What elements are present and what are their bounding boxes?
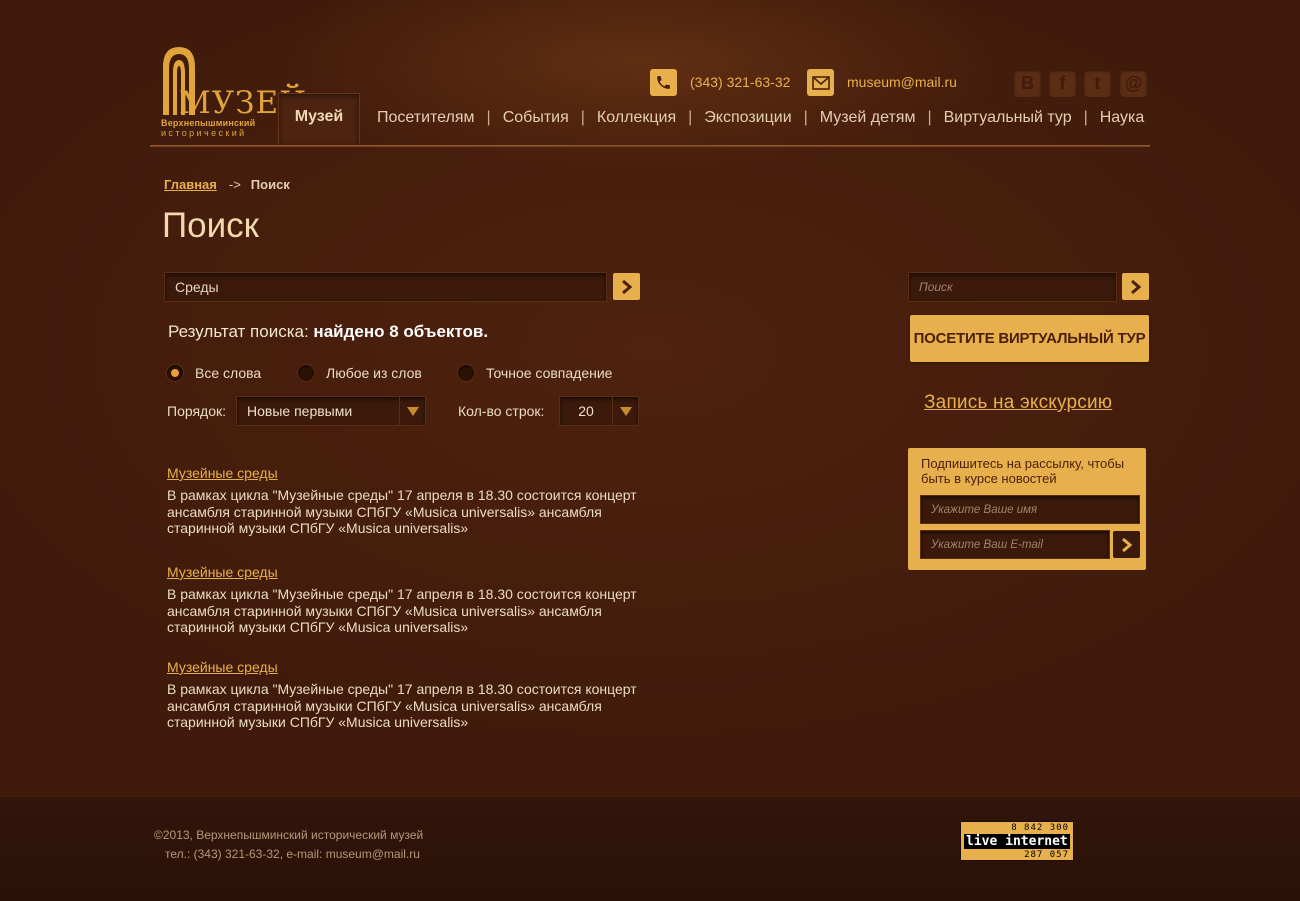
mailru-icon[interactable]: @	[1120, 70, 1147, 97]
page-title: Поиск	[162, 206, 259, 245]
rows-select[interactable]: 20	[559, 396, 639, 426]
facebook-letter: f	[1059, 73, 1066, 93]
breadcrumb-arrow: ->	[228, 177, 241, 192]
rows-label: Кол-во строк:	[458, 403, 545, 419]
radio-dot[interactable]	[298, 365, 314, 381]
radio-dot[interactable]	[458, 365, 474, 381]
dropdown-arrow-icon	[399, 397, 425, 425]
nav-item-expositions[interactable]: Экспозиции	[704, 109, 791, 127]
header-email-link[interactable]: museum@mail.ru	[847, 74, 957, 90]
footer-copyright: ©2013, Верхнепышминский исторический муз…	[154, 828, 424, 842]
search-result-summary: Результат поиска: найдено 8 объектов.	[168, 322, 488, 342]
result-snippet: В рамках цикла "Музейные среды" 17 апрел…	[167, 487, 637, 536]
search-result-item: Музейные среды В рамках цикла "Музейные …	[167, 659, 667, 731]
radio-all-words[interactable]: Все слова	[167, 365, 261, 381]
breadcrumb-current: Поиск	[250, 177, 290, 192]
nav-item-visitors[interactable]: Посетителям	[377, 109, 475, 127]
phone-icon	[650, 69, 677, 96]
nav-separator: |	[580, 109, 585, 126]
logo-subtitle-1: Верхнепышминский	[161, 118, 256, 128]
arrow-right-icon	[1130, 279, 1141, 294]
result-title-link[interactable]: Музейные среды	[167, 659, 667, 675]
result-prefix: Результат поиска:	[168, 322, 309, 341]
counter-top: 8 842 300	[1011, 823, 1069, 833]
radio-any-word-label: Любое из слов	[326, 365, 422, 381]
result-count: найдено 8 объектов.	[313, 322, 489, 341]
twitter-icon[interactable]: t	[1084, 70, 1111, 97]
order-select[interactable]: Новые первыми	[236, 396, 426, 426]
radio-exact-match-label: Точное совпадение	[486, 365, 613, 381]
radio-exact-match[interactable]: Точное совпадение	[458, 365, 612, 381]
search-result-item: Музейные среды В рамках цикла "Музейные …	[167, 465, 667, 537]
nav-item-kids[interactable]: Музей детям	[820, 109, 916, 127]
logo-subtitle-2: исторический	[161, 128, 247, 138]
nav-item-museum[interactable]: Музей	[278, 93, 360, 144]
envelope-icon	[807, 69, 834, 96]
counter-label: live internet	[964, 834, 1070, 849]
nav-item-events[interactable]: События	[503, 109, 569, 127]
nav-separator: |	[1083, 109, 1088, 126]
counter-bottom: 287 057	[1024, 850, 1069, 860]
nav-item-science[interactable]: Наука	[1100, 109, 1145, 127]
header-divider	[150, 145, 1150, 147]
main-nav: Посетителям | События | Коллекция | Эксп…	[377, 107, 1144, 129]
vk-letter: В	[1021, 73, 1034, 93]
result-title-link[interactable]: Музейные среды	[167, 564, 667, 580]
nav-item-museum-label: Музей	[294, 108, 344, 125]
rows-select-value: 20	[578, 403, 594, 419]
sidebar-search-input[interactable]	[908, 272, 1117, 302]
mailru-letter: @	[1124, 73, 1143, 93]
virtual-tour-button[interactable]: ПОСЕТИТЕ ВИРТУАЛЬНЫЙ ТУР	[910, 315, 1149, 362]
facebook-icon[interactable]: f	[1049, 70, 1076, 97]
nav-item-virtual-tour[interactable]: Виртуальный тур	[944, 109, 1072, 127]
radio-any-word[interactable]: Любое из слов	[298, 365, 422, 381]
arrow-right-icon	[621, 279, 632, 294]
search-result-item: Музейные среды В рамках цикла "Музейные …	[167, 564, 667, 636]
nav-separator: |	[486, 109, 491, 126]
nav-separator: |	[688, 109, 693, 126]
search-submit-button[interactable]	[613, 273, 640, 300]
museum-logo[interactable]: МУЗЕЙ Верхнепышминский исторический	[161, 45, 306, 138]
arrow-right-icon	[1121, 537, 1132, 552]
breadcrumb-home-link[interactable]: Главная	[164, 177, 217, 192]
order-label: Порядок:	[167, 403, 227, 419]
vk-icon[interactable]: В	[1014, 70, 1041, 97]
subscribe-name-input[interactable]	[920, 495, 1140, 524]
nav-separator: |	[803, 109, 808, 126]
subscribe-submit-button[interactable]	[1113, 531, 1140, 558]
search-input[interactable]	[164, 272, 607, 302]
subscribe-box: Подпишитесь на рассылку, чтобы быть в ку…	[908, 448, 1146, 570]
radio-all-words-label: Все слова	[195, 365, 262, 381]
result-snippet: В рамках цикла "Музейные среды" 17 апрел…	[167, 681, 637, 730]
nav-item-collection[interactable]: Коллекция	[597, 109, 676, 127]
excursion-signup-link[interactable]: Запись на экскурсию	[924, 392, 1112, 414]
header-phone: (343) 321-63-32	[690, 74, 791, 90]
subscribe-email-input[interactable]	[920, 530, 1110, 559]
breadcrumb: Главная -> Поиск	[164, 177, 290, 192]
dropdown-arrow-icon	[612, 397, 638, 425]
subscribe-title: Подпишитесь на рассылку, чтобы быть в ку…	[921, 456, 1125, 486]
result-title-link[interactable]: Музейные среды	[167, 465, 667, 481]
footer-contacts: тел.: (343) 321-63-32, e-mail: museum@ma…	[165, 847, 420, 861]
twitter-letter: t	[1094, 73, 1101, 93]
sidebar-search-button[interactable]	[1122, 273, 1149, 300]
order-select-value: Новые первыми	[247, 403, 353, 419]
result-snippet: В рамках цикла "Музейные среды" 17 апрел…	[167, 586, 637, 635]
radio-dot-checked[interactable]	[167, 365, 183, 381]
nav-separator: |	[927, 109, 932, 126]
liveinternet-counter[interactable]: 8 842 300 live internet 287 057	[960, 821, 1074, 861]
